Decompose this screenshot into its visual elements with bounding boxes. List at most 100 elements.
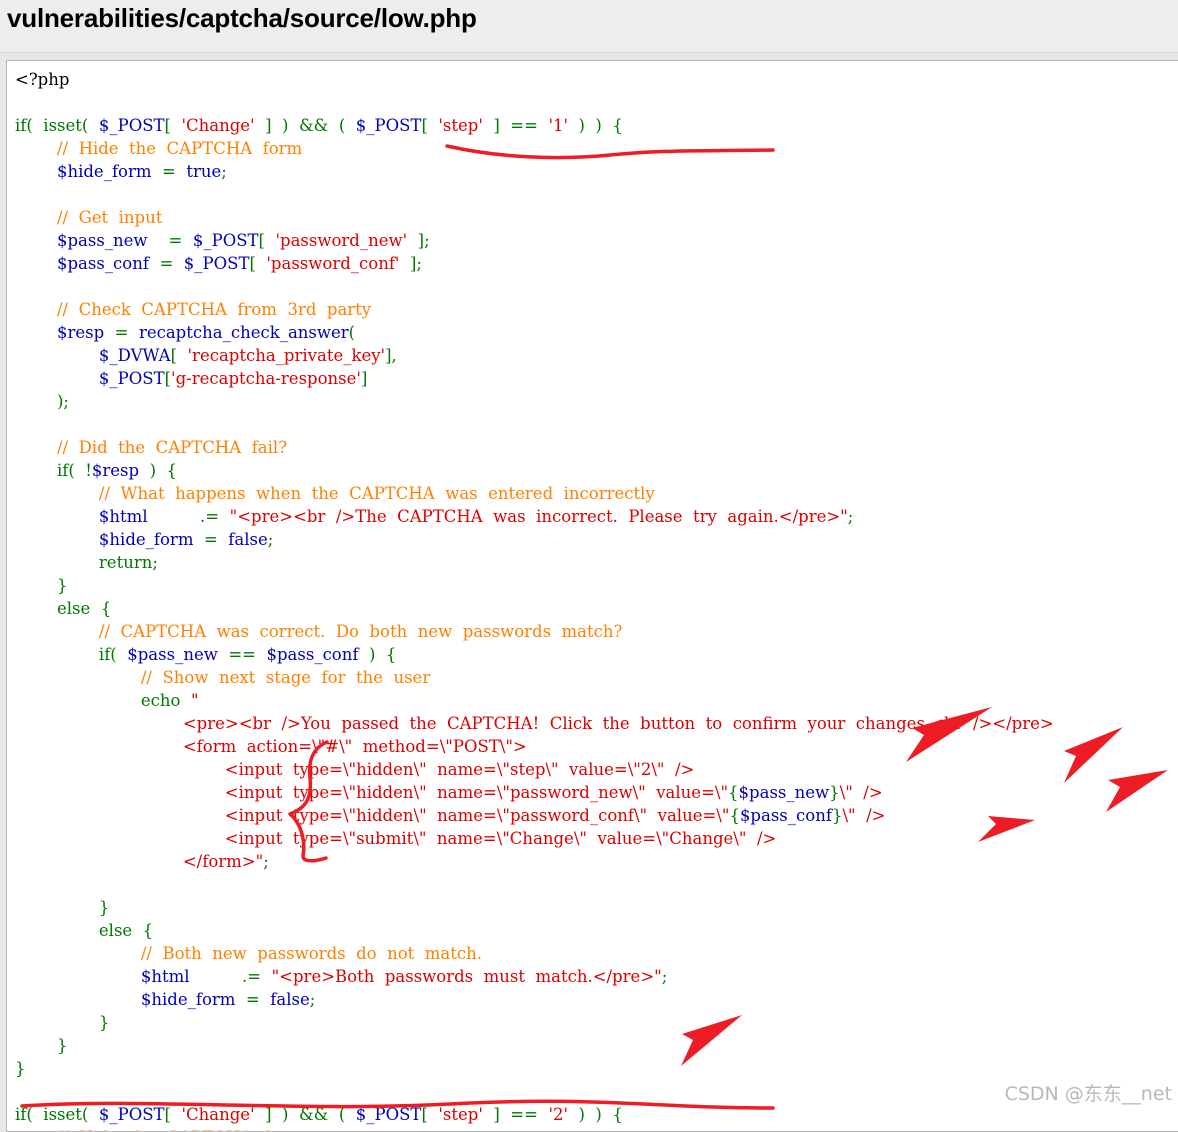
code-token-keyword: ) ) { [568,116,623,135]
code-token-keyword: = [151,162,187,181]
code-line: <?php [15,68,69,91]
code-line: $hide_form = false; [15,988,315,1011]
code-line: // CAPTCHA was correct. Do both new pass… [15,620,622,643]
code-token-keyword: } [831,806,843,825]
code-token-string: 'password_new' [275,231,408,250]
code-line: <input type=\"hidden\" name=\"step\" val… [15,758,695,781]
code-token-string: <input type=\"hidden\" name=\"password_n… [15,783,729,802]
code-token-keyword: if( [15,645,128,664]
code-token-comment: // Show next stage for the user [15,668,431,687]
code-token-var: $pass_new [738,783,830,802]
code-line: $html .= "<pre>Both passwords must match… [15,965,667,988]
page-title: vulnerabilities/captcha/source/low.php [7,3,477,33]
code-token-string: <input type=\"hidden\" name=\"password_c… [15,806,730,825]
code-token-var: $_DVWA [15,346,171,365]
code-token-keyword: ] == [482,1105,549,1124]
code-token-keyword: ; [661,967,668,986]
code-line: if( isset( $_POST[ 'Change' ] ) && ( $_P… [15,1103,623,1126]
code-token-keyword: ; [263,852,269,871]
code-token-var: $_POST [183,254,250,273]
code-token-var: $html [15,507,148,526]
code-token-keyword: else { [15,599,112,618]
code-line: if( $pass_new == $pass_conf ) { [15,643,397,666]
code-line: else { [15,919,153,942]
code-line: // Get input [15,206,162,229]
code-line: // Hide the CAPTCHA form [15,1126,302,1131]
code-token-string: 'password_conf' [266,254,400,273]
code-token-keyword: ] [360,369,368,388]
code-token-var: $html [15,967,190,986]
code-token-keyword: ] == [482,116,549,135]
code-token-var: $_POST [355,116,422,135]
code-token-keyword: ]; [407,231,430,250]
code-token-var: $_POST [355,1105,422,1124]
code-line: <pre><br />You passed the CAPTCHA! Click… [15,712,1054,735]
code-line: // Both new passwords do not match. [15,942,482,965]
code-token-string: </form>" [15,852,264,871]
code-token-string: '2' [548,1105,569,1124]
code-token-var: $_POST [98,1105,165,1124]
code-token-comment: // What happens when the CAPTCHA was ent… [15,484,655,503]
code-token-keyword: ], [385,346,397,365]
code-line: else { [15,597,111,620]
code-token-keyword: } [829,783,840,802]
code-line: ); [15,390,69,413]
code-token-comment: // Hide the CAPTCHA form [15,139,303,158]
code-token-var: $hide_form [15,530,194,549]
code-token-var: $_POST [98,116,165,135]
code-token-keyword: } [15,1013,110,1032]
code-line: echo " [15,689,199,712]
code-token-string: <pre><br />You passed the CAPTCHA! Click… [15,714,1054,733]
code-token-keyword: = [235,990,271,1009]
code-token-string: 'Change' [181,116,255,135]
code-token-keyword: if( isset( [15,116,99,135]
code-line: } [15,1057,26,1080]
code-token-string: "<pre>Both passwords must match.</pre>" [271,967,662,986]
code-line: $hide_form = true; [15,160,227,183]
code-token-var: $pass_conf [739,806,832,825]
source-code-panel: <?php if( isset( $_POST[ 'Change' ] ) && … [6,60,1178,1132]
code-line: $html .= "<pre><br />The CAPTCHA was inc… [15,505,853,528]
code-line: $resp = recaptcha_check_answer( [15,321,355,344]
code-token-keyword: return; [15,553,158,572]
code-token-var: $resp [15,323,105,342]
code-token-keyword: [ [249,254,267,273]
code-token-string: 'g-recaptcha-response' [171,369,361,388]
code-token-var: $resp [91,461,140,480]
code-token-var: $pass_conf [15,254,149,273]
code-token-comment: // Hide the CAPTCHA form [15,1128,302,1131]
code-token-keyword: [ [421,1105,439,1124]
code-token-string: \" /> [839,783,883,802]
code-token-keyword: ]; [399,254,422,273]
code-token-string: <input type=\"submit\" name=\"Change\" v… [15,829,777,848]
code-line: <input type=\"submit\" name=\"Change\" v… [15,827,777,850]
code-token-string: 'step' [438,1105,483,1124]
code-token-comment: // Both new passwords do not match. [15,944,482,963]
code-token-keyword: ] ) && ( [254,1105,356,1124]
code-token-keyword: if( ! [15,461,92,480]
code-token-var: true [186,162,222,181]
code-line: } [15,896,110,919]
code-token-keyword: ] ) && ( [254,116,356,135]
code-line: } [15,1011,110,1034]
code-token-comment: // Get input [15,208,163,227]
code-line: // Hide the CAPTCHA form [15,137,302,160]
code-line: // What happens when the CAPTCHA was ent… [15,482,655,505]
code-token-keyword: } [15,898,110,917]
code-line: // Did the CAPTCHA fail? [15,436,287,459]
code-token-keyword: [ [258,231,276,250]
code-token-keyword: [ [421,116,439,135]
code-line: // Show next stage for the user [15,666,430,689]
code-line: } [15,574,68,597]
code-token-keyword: = [193,530,229,549]
code-token-keyword: echo [15,691,191,710]
code-line: return; [15,551,158,574]
code-token-keyword: = [148,254,184,273]
code-token-string: \" /> [842,806,886,825]
code-token-comment: // Check CAPTCHA from 3rd party [15,300,372,319]
watermark: CSDN @东东__net [1004,1083,1172,1105]
code-token-var: $hide_form [15,162,152,181]
code-token-string: 'recaptcha_private_key' [187,346,386,365]
code-token-keyword: { [729,806,740,825]
code-line: <input type=\"hidden\" name=\"password_c… [15,804,886,827]
